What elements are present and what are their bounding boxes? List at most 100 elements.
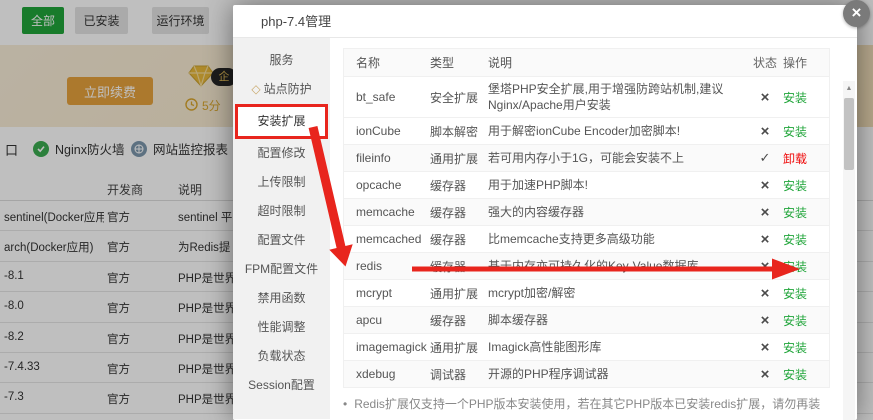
extension-type: 通用扩展 xyxy=(430,150,488,167)
install-link-ionCube[interactable]: 安装 xyxy=(783,125,807,139)
install-link-memcached[interactable]: 安装 xyxy=(783,233,807,247)
not-installed-cross-icon: × xyxy=(761,258,770,275)
sidebar-item-upload-limit[interactable]: 上传限制 xyxy=(233,168,330,197)
install-link-memcache[interactable]: 安装 xyxy=(783,206,807,220)
status-cell: × xyxy=(747,367,783,382)
sidebar-item-install-extension[interactable]: 安装扩展 xyxy=(235,104,328,139)
extension-type: 缓存器 xyxy=(430,204,488,221)
action-cell: 安装 xyxy=(783,123,829,140)
sidebar-item-load-status[interactable]: 负载状态 xyxy=(233,342,330,371)
dialog-body: 服务 ◇ 站点防护安装扩展配置修改上传限制超时限制配置文件FPM配置文件禁用函数性能… xyxy=(233,38,857,419)
extensions-table: 名称 类型 说明 状态 操作 bt_safe安全扩展堡塔PHP安全扩展,用于增强… xyxy=(343,48,830,388)
not-installed-cross-icon: × xyxy=(761,312,770,329)
redis-note: •Redis扩展仅支持一个PHP版本安装使用，若在其它PHP版本已安装redis… xyxy=(343,395,843,412)
extension-type: 缓存器 xyxy=(430,258,488,275)
scroll-up-icon[interactable]: ▲ xyxy=(843,83,855,95)
gem-icon: ◇ xyxy=(251,82,260,96)
install-link-bt_safe[interactable]: 安装 xyxy=(783,91,807,105)
extension-type: 缓存器 xyxy=(430,312,488,329)
extension-type: 通用扩展 xyxy=(430,339,488,356)
sidebar-item-site-protection[interactable]: ◇ 站点防护 xyxy=(233,75,330,104)
extension-desc: 脚本缓存器 xyxy=(488,308,747,332)
install-link-xdebug[interactable]: 安装 xyxy=(783,368,807,382)
col-type: 类型 xyxy=(430,54,488,71)
not-installed-cross-icon: × xyxy=(761,366,770,383)
redis-note-text: Redis扩展仅支持一个PHP版本安装使用，若在其它PHP版本已安装redis扩… xyxy=(354,397,820,411)
extension-type: 通用扩展 xyxy=(430,285,488,302)
extension-desc: 比memcache支持更多高级功能 xyxy=(488,227,747,251)
action-cell: 安装 xyxy=(783,177,829,194)
sidebar-item-performance-tuning[interactable]: 性能调整 xyxy=(233,313,330,342)
extension-desc: 开源的PHP程序调试器 xyxy=(488,362,747,386)
status-cell: × xyxy=(747,232,783,247)
dialog-title: php-7.4管理 xyxy=(233,5,857,38)
col-desc: 说明 xyxy=(488,51,747,75)
not-installed-cross-icon: × xyxy=(761,285,770,302)
extensions-table-header: 名称 类型 说明 状态 操作 xyxy=(344,49,829,76)
sidebar-item-label: Session配置 xyxy=(248,378,315,392)
close-button[interactable]: × xyxy=(843,0,870,27)
not-installed-cross-icon: × xyxy=(761,177,770,194)
extension-row-fileinfo: fileinfo通用扩展若可用内存小于1G，可能会安装不上✓卸载 xyxy=(344,144,829,171)
screen: 全部 已安装 运行环境 立即续费 企 xyxy=(0,0,873,420)
extension-desc: 若可用内存小于1G，可能会安装不上 xyxy=(488,146,747,170)
sidebar-item-session-config[interactable]: Session配置 xyxy=(233,371,330,400)
col-status: 状态 xyxy=(747,54,783,71)
extension-type: 调试器 xyxy=(430,366,488,383)
sidebar-item-config-file[interactable]: 配置文件 xyxy=(233,226,330,255)
status-cell: × xyxy=(747,178,783,193)
install-link-mcrypt[interactable]: 安装 xyxy=(783,287,807,301)
uninstall-link-fileinfo[interactable]: 卸载 xyxy=(783,152,807,166)
extension-name: ionCube xyxy=(344,124,430,138)
extension-name: imagemagick xyxy=(344,340,430,354)
status-cell: × xyxy=(747,90,783,105)
modal-sidebar: 服务 ◇ 站点防护安装扩展配置修改上传限制超时限制配置文件FPM配置文件禁用函数性能… xyxy=(233,38,330,419)
extension-desc: 用于解密ionCube Encoder加密脚本! xyxy=(488,119,747,143)
extension-desc: 堡塔PHP安全扩展,用于增强防跨站机制,建议Nginx/Apache用户安装 xyxy=(488,77,747,117)
extension-type: 缓存器 xyxy=(430,177,488,194)
not-installed-cross-icon: × xyxy=(761,89,770,106)
action-cell: 卸载 xyxy=(783,150,829,167)
sidebar-item-service[interactable]: 服务 xyxy=(233,46,330,75)
status-cell: × xyxy=(747,340,783,355)
extension-type: 脚本解密 xyxy=(430,123,488,140)
action-cell: 安装 xyxy=(783,89,829,106)
install-link-apcu[interactable]: 安装 xyxy=(783,314,807,328)
status-cell: × xyxy=(747,286,783,301)
install-link-imagemagick[interactable]: 安装 xyxy=(783,341,807,355)
not-installed-cross-icon: × xyxy=(761,123,770,140)
sidebar-item-label: 配置修改 xyxy=(257,146,305,160)
extension-row-memcache: memcache缓存器强大的内容缓存器×安装 xyxy=(344,198,829,225)
status-cell: × xyxy=(747,259,783,274)
install-link-redis[interactable]: 安装 xyxy=(783,260,807,274)
extension-type: 缓存器 xyxy=(430,231,488,248)
extension-name: apcu xyxy=(344,313,430,327)
extension-desc: Imagick高性能图形库 xyxy=(488,335,747,359)
action-cell: 安装 xyxy=(783,231,829,248)
extension-name: mcrypt xyxy=(344,286,430,300)
status-cell: × xyxy=(747,313,783,328)
sidebar-item-label: 禁用函数 xyxy=(257,291,305,305)
extension-name: fileinfo xyxy=(344,151,430,165)
extension-type: 安全扩展 xyxy=(430,89,488,106)
sidebar-item-fpm-config-file[interactable]: FPM配置文件 xyxy=(233,255,330,284)
action-cell: 安装 xyxy=(783,285,829,302)
extension-row-xdebug: xdebug调试器开源的PHP程序调试器×安装 xyxy=(344,360,829,387)
sidebar-item-label: 安装扩展 xyxy=(257,114,305,128)
scrollbar-thumb[interactable] xyxy=(844,98,854,170)
extension-row-apcu: apcu缓存器脚本缓存器 × 安装 xyxy=(344,306,829,333)
not-installed-cross-icon: × xyxy=(761,339,770,356)
status-cell: × xyxy=(747,205,783,220)
install-link-opcache[interactable]: 安装 xyxy=(783,179,807,193)
sidebar-item-label: 负载状态 xyxy=(257,349,305,363)
col-action: 操作 xyxy=(783,54,829,71)
table-scrollbar[interactable]: ▲ ▼ xyxy=(843,81,855,420)
status-cell: ✓ xyxy=(747,151,783,165)
extension-row-redis: redis缓存器基于内存亦可持久化的Key-Value数据库×安装 xyxy=(344,252,829,279)
sidebar-item-timeout-limit[interactable]: 超时限制 xyxy=(233,197,330,226)
sidebar-item-disabled-functions[interactable]: 禁用函数 xyxy=(233,284,330,313)
sidebar-item-label: 站点防护 xyxy=(264,82,312,96)
sidebar-item-config-modify[interactable]: 配置修改 xyxy=(233,139,330,168)
col-name: 名称 xyxy=(344,54,430,71)
extension-desc: 用于加速PHP脚本! xyxy=(488,173,747,197)
